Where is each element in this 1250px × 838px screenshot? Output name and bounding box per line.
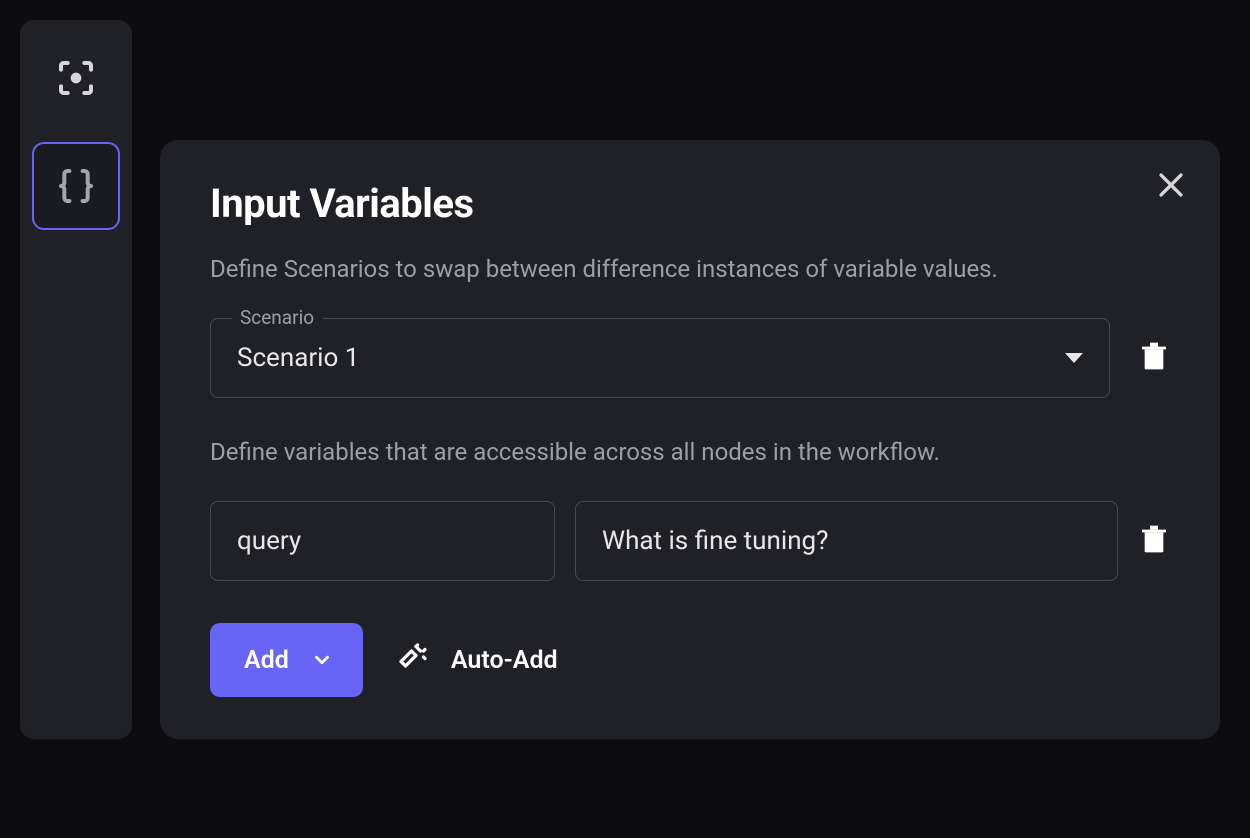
variable-row bbox=[210, 501, 1170, 581]
add-button[interactable]: Add bbox=[210, 623, 363, 697]
variable-name-input[interactable] bbox=[210, 501, 555, 581]
delete-variable-button[interactable] bbox=[1138, 521, 1170, 561]
wand-icon bbox=[395, 639, 431, 682]
close-icon bbox=[1154, 168, 1188, 202]
scenario-selected-value: Scenario 1 bbox=[237, 343, 359, 373]
close-button[interactable] bbox=[1154, 168, 1188, 206]
sidebar-item-focus[interactable] bbox=[32, 34, 120, 122]
sidebar bbox=[20, 20, 132, 739]
add-button-label: Add bbox=[244, 646, 289, 675]
input-variables-panel: Input Variables Define Scenarios to swap… bbox=[160, 140, 1220, 739]
variable-value-input[interactable] bbox=[575, 501, 1118, 581]
scenario-description: Define Scenarios to swap between differe… bbox=[210, 251, 1170, 288]
auto-add-button[interactable]: Auto-Add bbox=[395, 639, 558, 682]
delete-scenario-button[interactable] bbox=[1138, 338, 1170, 378]
trash-icon bbox=[1138, 338, 1170, 374]
braces-icon bbox=[56, 166, 96, 206]
scenario-field: Scenario Scenario 1 bbox=[210, 318, 1110, 398]
chevron-down-icon bbox=[311, 649, 333, 671]
trash-icon bbox=[1138, 521, 1170, 557]
focus-icon bbox=[56, 58, 96, 98]
sidebar-item-variables[interactable] bbox=[32, 142, 120, 230]
scenario-select[interactable]: Scenario 1 bbox=[210, 318, 1110, 398]
chevron-down-icon bbox=[1065, 353, 1083, 363]
variables-description: Define variables that are accessible acr… bbox=[210, 434, 1170, 471]
panel-title: Input Variables bbox=[210, 180, 1170, 227]
scenario-label: Scenario bbox=[232, 306, 322, 329]
auto-add-label: Auto-Add bbox=[451, 646, 558, 675]
